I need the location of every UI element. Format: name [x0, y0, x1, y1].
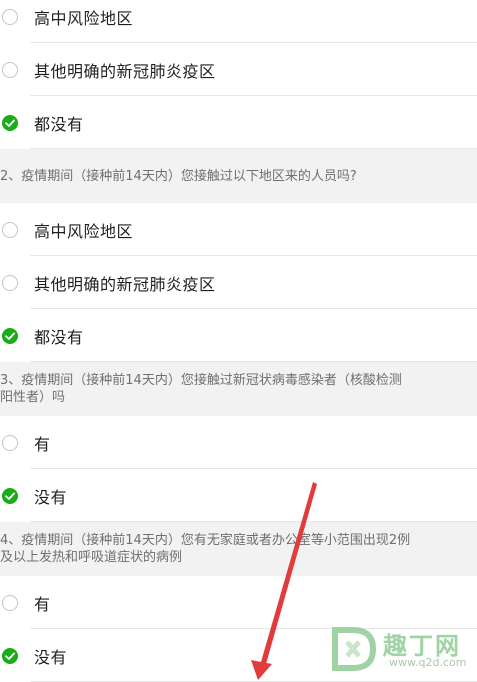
option-label: 没有: [34, 647, 68, 667]
option-label: 都没有: [34, 114, 84, 134]
option-row[interactable]: 有: [0, 416, 477, 469]
option-label: 没有: [34, 487, 68, 507]
option-label: 有: [34, 434, 51, 454]
question-text-line2: 阳性者）吗: [0, 390, 66, 405]
option-label: 高中风险地区: [34, 221, 134, 241]
question-text: 2、疫情期间（接种前14天内）您接触过以下地区来的人员吗?: [0, 168, 357, 184]
question-header: 3、疫情期间（接种前14天内）您接触过新冠状病毒感染者（核酸检测 阳性者）吗: [0, 362, 477, 416]
option-label: 有: [34, 594, 51, 614]
radio-unchecked-icon[interactable]: [2, 274, 18, 291]
option-row[interactable]: 有: [0, 576, 477, 629]
option-row[interactable]: 都没有: [0, 309, 477, 362]
option-row[interactable]: 都没有: [0, 96, 477, 149]
option-row[interactable]: 没有: [0, 469, 477, 522]
radio-unchecked-icon[interactable]: [2, 434, 18, 451]
option-label: 其他明确的新冠肺炎疫区: [34, 61, 216, 81]
question-text-line1: 4、疫情期间（接种前14天内）您有无家庭或者办公室等小范围出现2例: [0, 533, 411, 548]
question-header: 4、疫情期间（接种前14天内）您有无家庭或者办公室等小范围出现2例 及以上发热和…: [0, 522, 477, 576]
radio-unchecked-icon[interactable]: [2, 8, 18, 25]
question-text-line2: 及以上发热和呼吸道症状的病例: [0, 550, 183, 565]
radio-checked-icon[interactable]: [2, 487, 18, 504]
option-label: 高中风险地区: [34, 8, 134, 28]
logo-icon: [332, 627, 377, 671]
watermark-logo: 趣丁网 www.q2d.com: [329, 624, 469, 674]
question-text-line1: 3、疫情期间（接种前14天内）您接触过新冠状病毒感染者（核酸检测: [0, 373, 402, 388]
option-row[interactable]: 其他明确的新冠肺炎疫区: [0, 43, 477, 96]
radio-checked-icon[interactable]: [2, 647, 18, 664]
option-label: 都没有: [34, 327, 84, 347]
option-row[interactable]: 高中风险地区: [0, 0, 477, 43]
radio-unchecked-icon[interactable]: [2, 221, 18, 238]
option-label: 其他明确的新冠肺炎疫区: [34, 274, 216, 294]
radio-unchecked-icon[interactable]: [2, 594, 18, 611]
radio-checked-icon[interactable]: [2, 327, 18, 344]
question-header: 2、疫情期间（接种前14天内）您接触过以下地区来的人员吗?: [0, 149, 477, 203]
option-row[interactable]: 其他明确的新冠肺炎疫区: [0, 256, 477, 309]
option-row[interactable]: 高中风险地区: [0, 203, 477, 256]
radio-unchecked-icon[interactable]: [2, 61, 18, 78]
watermark-url: www.q2d.com: [389, 656, 467, 669]
radio-checked-icon[interactable]: [2, 114, 18, 131]
